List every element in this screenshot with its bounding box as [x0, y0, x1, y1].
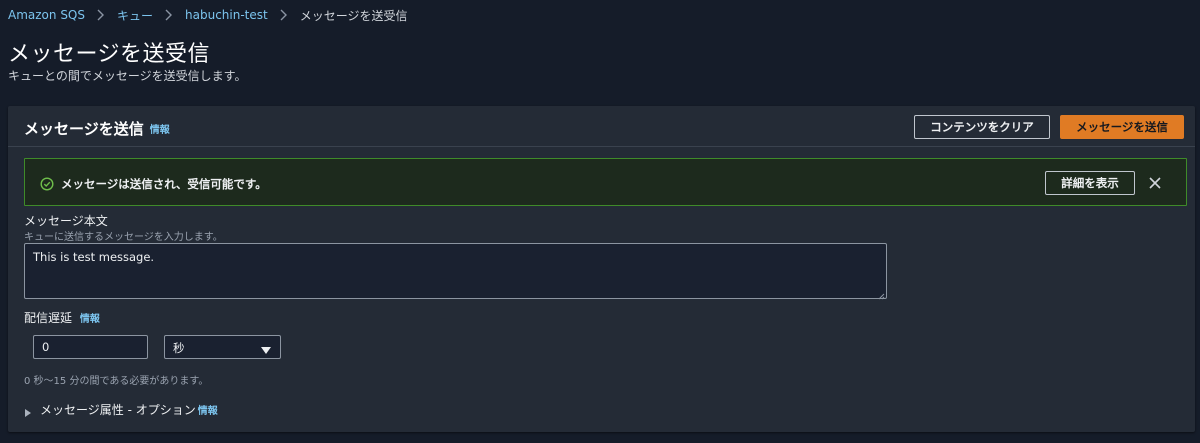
check-circle-icon: [40, 176, 54, 191]
delay-unit-value: 秒: [173, 341, 185, 355]
delivery-delay-hint: 0 秒〜15 分の間である必要があります。: [24, 376, 209, 387]
resize-grip-icon[interactable]: [877, 289, 885, 300]
caret-right-icon: [24, 406, 32, 417]
breadcrumb: Amazon SQS キュー habuchin-test メッセージを送受信: [8, 7, 407, 23]
clear-content-button[interactable]: コンテンツをクリア: [914, 115, 1050, 139]
info-link[interactable]: 情報: [80, 314, 100, 325]
page-subtitle: キューとの間でメッセージを送受信します。: [8, 69, 247, 83]
panel-title: メッセージを送信 情報: [24, 118, 170, 139]
message-body-textarea[interactable]: This is test message.: [24, 243, 887, 300]
delivery-delay-label-text: 配信遅延: [24, 311, 73, 325]
info-link[interactable]: 情報: [150, 125, 170, 136]
message-attributes-expander[interactable]: メッセージ属性 - オプション 情報: [24, 401, 218, 418]
breadcrumb-current: メッセージを送受信: [299, 8, 408, 23]
delay-unit-select[interactable]: 秒: [164, 335, 281, 359]
view-details-button[interactable]: 詳細を表示: [1045, 171, 1135, 195]
close-icon[interactable]: [1147, 175, 1163, 191]
delivery-delay-input[interactable]: 0: [33, 335, 148, 359]
page-title: メッセージを送受信: [8, 42, 211, 67]
delivery-delay-value: 0: [42, 340, 50, 354]
breadcrumb-link-sqs[interactable]: Amazon SQS: [8, 8, 85, 22]
send-message-panel: メッセージを送信 情報 コンテンツをクリア メッセージを送信 メッセージは送信され…: [8, 106, 1195, 432]
chevron-right-icon: [97, 9, 105, 21]
message-attributes-label: メッセージ属性 - オプション: [40, 403, 196, 417]
message-body-description: キューに送信するメッセージを入力します。: [24, 232, 223, 243]
message-body-label: メッセージ本文: [24, 214, 108, 228]
success-alert: メッセージは送信され、受信可能です。 詳細を表示: [24, 158, 1187, 206]
send-message-button[interactable]: メッセージを送信: [1060, 115, 1184, 139]
chevron-right-icon: [165, 9, 173, 21]
delivery-delay-label: 配信遅延 情報: [24, 309, 100, 326]
breadcrumb-link-queue-name[interactable]: habuchin-test: [185, 8, 268, 22]
panel-title-text: メッセージを送信: [24, 120, 144, 138]
alert-message: メッセージは送信され、受信可能です。: [61, 177, 267, 191]
panel-header: メッセージを送信 情報 コンテンツをクリア メッセージを送信: [8, 106, 1195, 147]
chevron-right-icon: [280, 9, 288, 21]
breadcrumb-link-queues[interactable]: キュー: [117, 7, 153, 24]
message-body-value: This is test message.: [33, 250, 155, 264]
info-link[interactable]: 情報: [198, 402, 218, 417]
caret-down-icon: [261, 344, 271, 354]
